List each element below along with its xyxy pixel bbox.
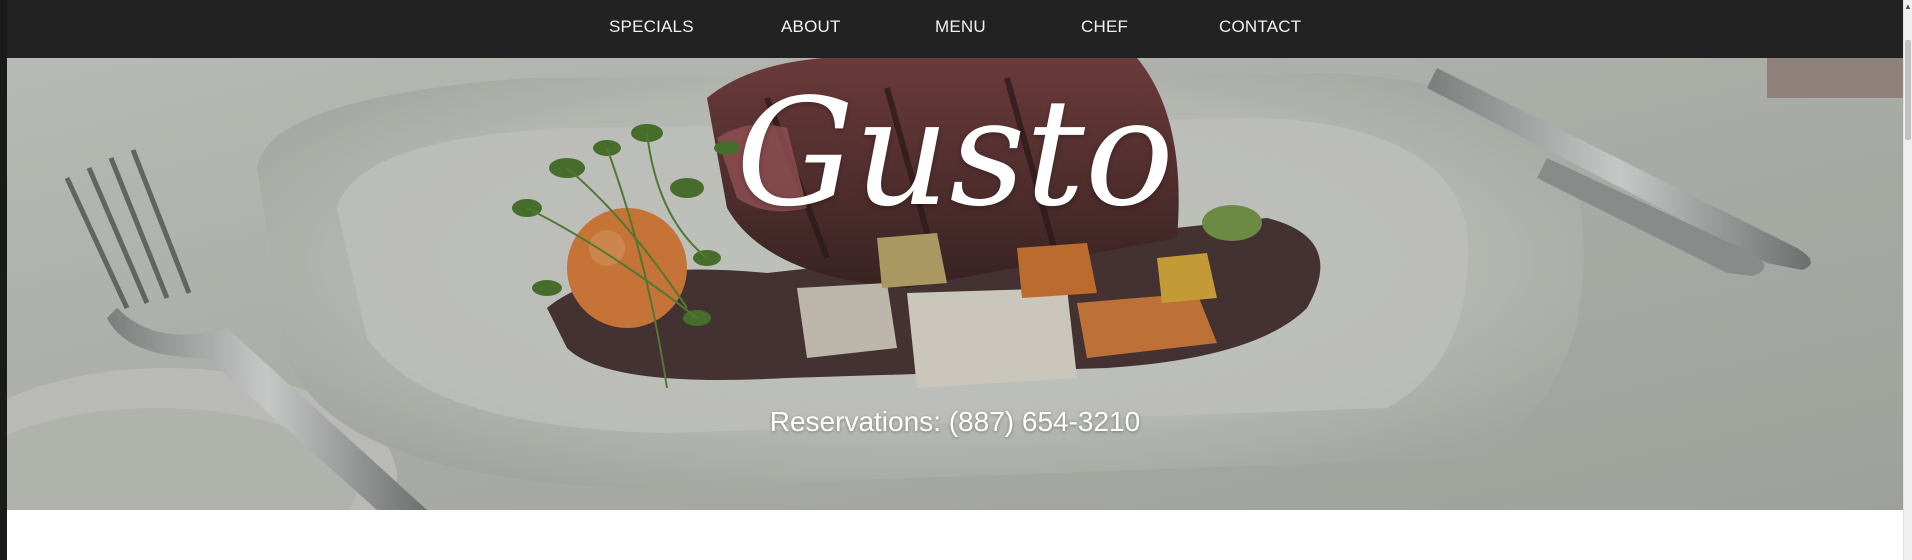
nav-contact[interactable]: CONTACT <box>1219 0 1301 54</box>
hero-banner: Gusto Reservations: (887) 654-3210 <box>7 58 1903 510</box>
browser-viewport: SPECIALS ABOUT MENU CHEF CONTACT Gusto R… <box>0 0 1912 560</box>
scroll-up-icon[interactable]: ▲ <box>1904 0 1912 14</box>
nav-chef[interactable]: CHEF <box>1081 0 1128 54</box>
nav-specials[interactable]: SPECIALS <box>609 0 694 54</box>
page: SPECIALS ABOUT MENU CHEF CONTACT Gusto R… <box>7 0 1903 560</box>
top-navbar: SPECIALS ABOUT MENU CHEF CONTACT <box>7 0 1903 58</box>
brand-logo-text: Gusto <box>735 67 1175 239</box>
nav-menu[interactable]: MENU <box>935 0 986 54</box>
content-area <box>7 510 1903 560</box>
window-edge <box>0 0 7 560</box>
nav-about[interactable]: ABOUT <box>781 0 841 54</box>
scroll-thumb[interactable] <box>1905 40 1911 140</box>
reservations-phone: Reservations: (887) 654-3210 <box>769 406 1141 437</box>
vertical-scrollbar[interactable]: ▲ <box>1903 0 1912 560</box>
